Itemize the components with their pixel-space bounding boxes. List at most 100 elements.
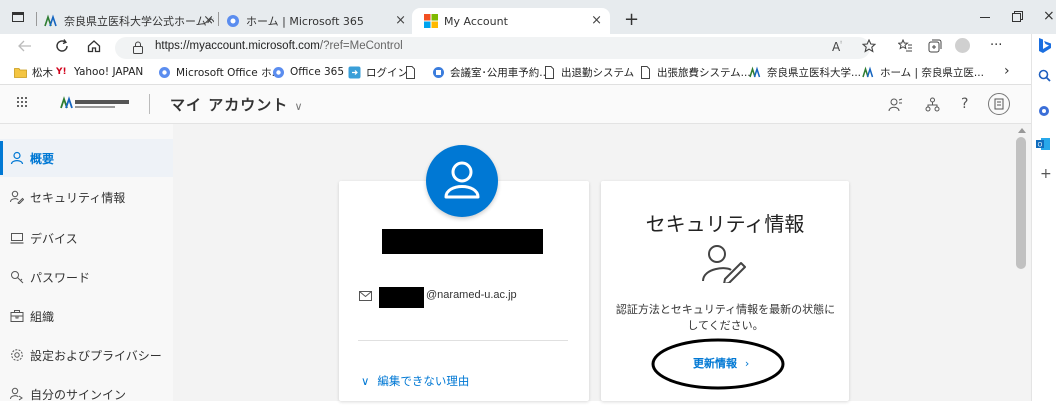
main-content [173, 124, 1013, 401]
why-cant-edit-link[interactable]: ∨ 編集できない理由 [361, 373, 469, 389]
lock-icon[interactable] [132, 41, 144, 54]
more-menu-icon[interactable]: ··· [990, 38, 1002, 53]
organization-logo[interactable] [60, 96, 132, 110]
profile-avatar-large[interactable] [426, 145, 498, 217]
bookmark-label: 出退勤システム [561, 66, 635, 79]
university-icon [44, 14, 57, 27]
bookmark-label: Yahoo! JAPAN [74, 66, 144, 78]
app-title-text: マイ アカウント [170, 96, 289, 114]
device-icon [10, 233, 24, 244]
bing-copilot-icon[interactable] [1035, 36, 1053, 56]
bookmark-label: Office 365 [290, 66, 345, 78]
back-icon[interactable] [18, 39, 32, 53]
security-card-title: セキュリティ情報 [645, 212, 805, 236]
bookmark-office365[interactable]: Office 365 [272, 64, 344, 80]
profile-avatar[interactable] [955, 38, 970, 53]
bookmark-nara-home[interactable]: ホーム | 奈良県立医... [862, 64, 984, 80]
chevron-down-icon: ∨ [294, 100, 304, 113]
more-bookmarks-icon[interactable]: › [1004, 63, 1010, 79]
outlook-icon[interactable]: O [1036, 137, 1051, 151]
bookmark-login[interactable]: ログイン [348, 64, 408, 80]
tab-nara-medical[interactable]: 奈良県立医科大学公式ホームページ × [44, 8, 214, 34]
bookmark-attendance[interactable]: 出退勤システム [543, 64, 634, 80]
page-scrollbar[interactable] [1013, 124, 1031, 401]
tab-label: My Account [444, 14, 508, 28]
security-card-description: 認証方法とセキュリティ情報を最新の状態にしてください。 [615, 303, 836, 332]
refresh-icon[interactable] [55, 39, 69, 53]
minimize-icon[interactable] [980, 17, 990, 18]
person-icon [10, 151, 24, 165]
sidebar-item-label: 自分のサインイン [30, 387, 127, 402]
bookmark-page[interactable] [404, 64, 422, 80]
sidebar-item-label: パスワード [30, 270, 91, 285]
app-launcher-icon[interactable] [16, 96, 28, 108]
org-chart-icon[interactable] [925, 97, 940, 112]
signin-icon [10, 387, 23, 401]
annotation-oval [650, 337, 786, 393]
bookmark-label: ホーム | 奈良県立医... [880, 66, 984, 79]
read-aloud-icon[interactable]: Aꜝ [832, 40, 842, 54]
security-info-icon [701, 243, 749, 283]
email-redacted [379, 287, 424, 308]
add-sidebar-app-icon[interactable]: + [1040, 166, 1052, 182]
feedback-icon[interactable] [888, 97, 903, 112]
sidebar-item-label: 設定およびプライバシー [30, 348, 162, 363]
office-icon [273, 66, 284, 78]
bookmark-nara-univ[interactable]: 奈良県立医科大学... [749, 64, 861, 80]
user-avatar[interactable] [988, 93, 1010, 115]
restore-icon[interactable] [1012, 11, 1023, 22]
tab-close-icon[interactable]: × [395, 13, 406, 28]
tab-microsoft365[interactable]: ホーム | Microsoft 365 × [226, 8, 406, 34]
bookmark-travel[interactable]: 出張旅費システム... [639, 64, 751, 80]
sidebar-item-organization[interactable]: 組織 [0, 297, 173, 335]
tab-label: 奈良県立医科大学公式ホームページ [64, 15, 214, 28]
tools-icon[interactable] [1037, 104, 1051, 118]
favorite-star-icon[interactable] [862, 39, 876, 53]
tab-close-icon[interactable]: × [203, 13, 214, 28]
tab-close-icon[interactable]: × [591, 13, 602, 28]
bookmark-reservation[interactable]: 会議室･公用車予約... [432, 64, 549, 80]
bookmark-office-home[interactable]: Microsoft Office ホ... [158, 64, 282, 80]
folder-icon [14, 67, 27, 78]
scrollbar-thumb[interactable] [1016, 137, 1026, 269]
sidebar-item-my-signins[interactable]: 自分のサインイン [0, 375, 173, 413]
url-path: /?ref=MeControl [319, 40, 403, 52]
page-icon [406, 65, 415, 79]
bookmark-label: ログイン [366, 66, 408, 79]
sidebar-item-overview[interactable]: 概要 [0, 139, 173, 177]
help-icon[interactable]: ? [961, 96, 968, 112]
tab-my-account[interactable]: My Account × [412, 8, 610, 34]
sidebar-item-password[interactable]: パスワード [0, 258, 173, 296]
settings-icon [11, 349, 23, 361]
chevron-down-icon: ∨ [361, 374, 370, 388]
favorites-icon[interactable] [898, 39, 913, 53]
scroll-up-icon[interactable] [1018, 128, 1026, 133]
bookmark-folder[interactable]: 松木 [14, 64, 53, 80]
home-icon[interactable] [87, 39, 101, 53]
page-icon [641, 65, 650, 79]
login-icon [348, 66, 361, 78]
sidebar-item-devices[interactable]: デバイス [0, 219, 173, 257]
sidebar-item-security-info[interactable]: セキュリティ情報 [0, 178, 173, 216]
university-icon [862, 65, 874, 77]
office-icon [227, 15, 239, 27]
collections-icon[interactable] [928, 39, 942, 53]
sidebar-item-settings-privacy[interactable]: 設定およびプライバシー [0, 336, 173, 374]
why-cant-edit-label: 編集できない理由 [377, 374, 470, 388]
card-divider [358, 340, 568, 341]
app-icon [433, 66, 444, 78]
bookmark-yahoo[interactable]: Y! Yahoo! JAPAN [56, 64, 143, 80]
app-title[interactable]: マイ アカウント ∨ [170, 94, 304, 115]
url-host: https://myaccount.microsoft.com [155, 40, 320, 52]
bookmark-label: 松木 [32, 66, 53, 79]
sidebar-item-label: 組織 [30, 309, 55, 324]
microsoft-logo-icon [424, 14, 438, 28]
new-tab-button[interactable]: + [624, 9, 639, 30]
page-icon [545, 65, 554, 79]
search-icon[interactable] [1038, 69, 1051, 82]
url-text[interactable]: https://myaccount.microsoft.com/?ref=MeC… [155, 40, 403, 52]
bookmark-label: 会議室･公用車予約... [450, 66, 550, 79]
tab-actions-icon[interactable] [12, 12, 24, 22]
window-close-icon[interactable]: × [1043, 8, 1055, 24]
university-icon [749, 65, 761, 77]
